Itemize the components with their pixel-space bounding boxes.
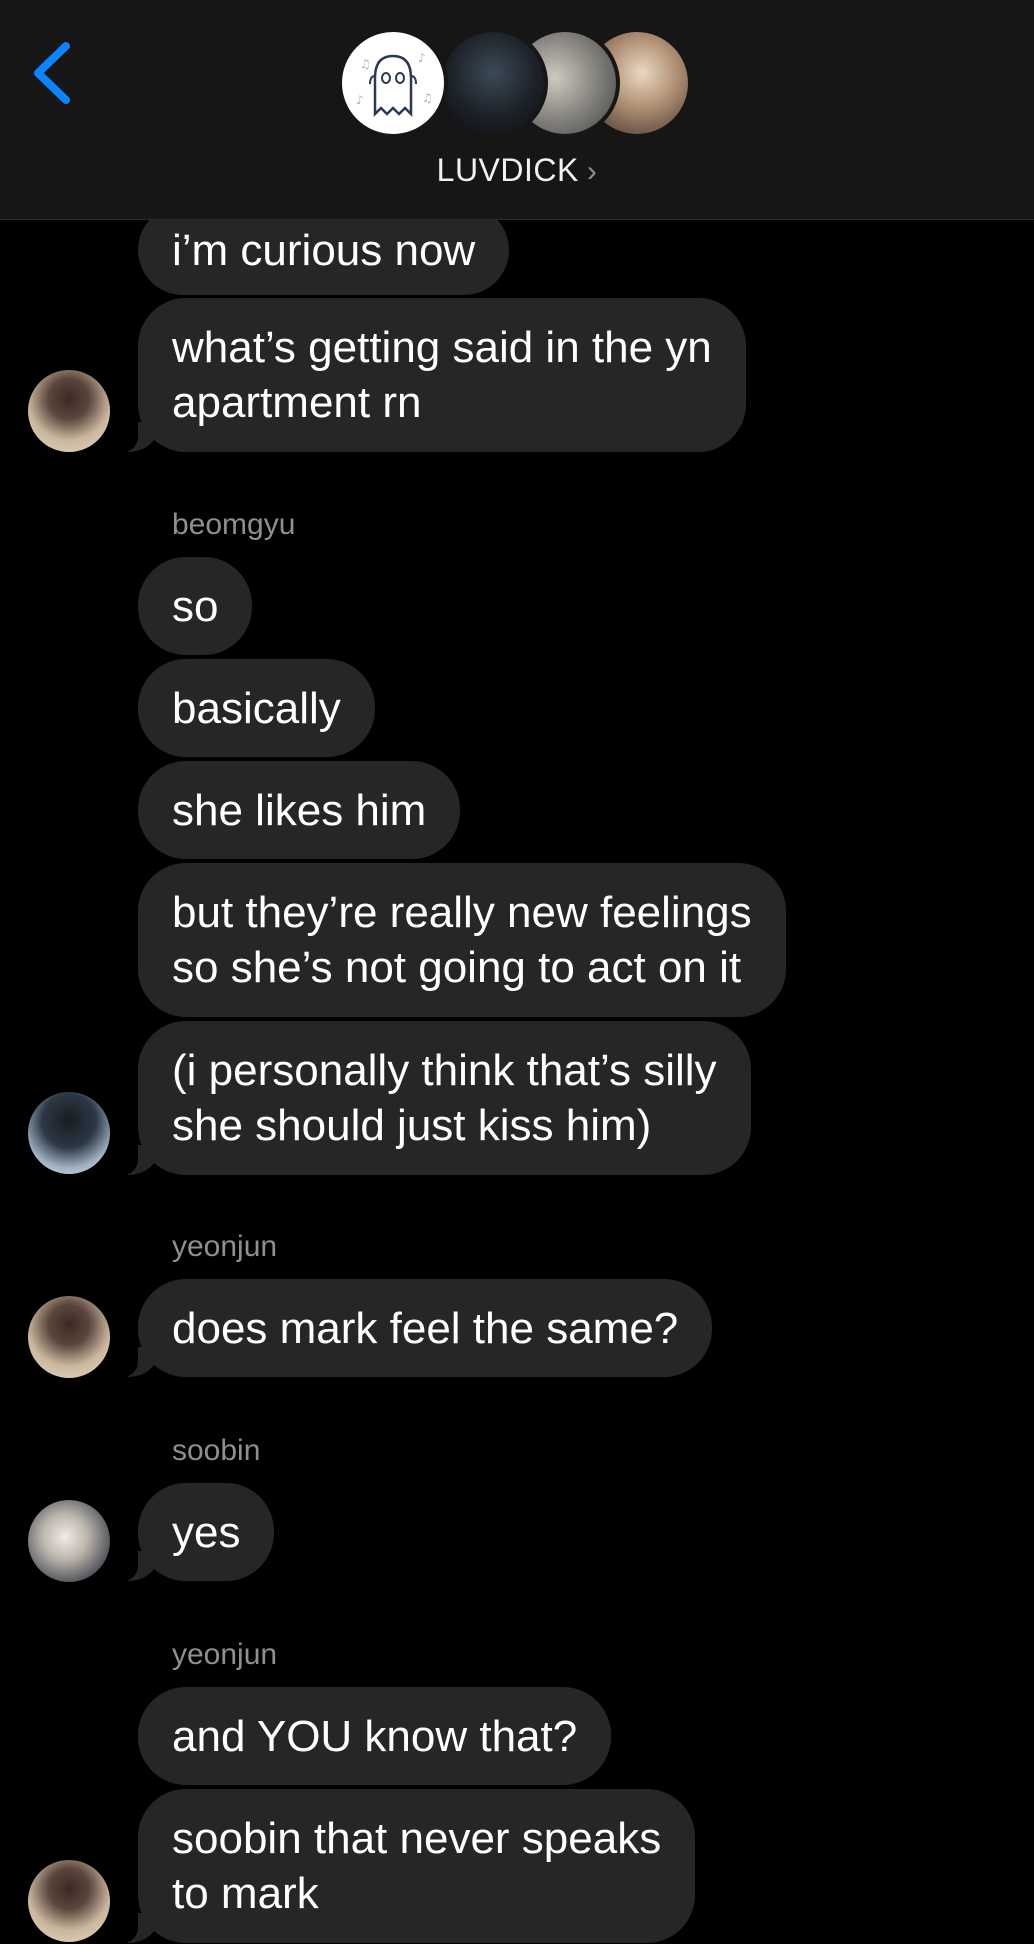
svg-text:♪: ♪: [418, 51, 426, 65]
group-avatar-ghost: ♫ ♪ ♫ ♪: [338, 28, 448, 138]
message-bubble[interactable]: does mark feel the same?: [111, 1279, 713, 1378]
message-bubble[interactable]: so: [138, 557, 253, 655]
conversation-header: ♫ ♪ ♫ ♪ LUVDICK ›: [0, 0, 1034, 220]
back-button[interactable]: [28, 38, 78, 108]
sender-avatar[interactable]: [28, 370, 110, 452]
message-bubble[interactable]: but they’re really new feelings so she’s…: [138, 863, 786, 1017]
message-text: does mark feel the same?: [172, 1303, 679, 1353]
group-name[interactable]: LUVDICK ›: [0, 152, 1034, 189]
message-text: yes: [172, 1507, 241, 1557]
message-text: soobin that never speaks: [172, 1814, 662, 1863]
message-text: so she’s not going to act on it: [172, 943, 742, 992]
message-text: i’m curious now: [172, 225, 476, 275]
sender-avatar[interactable]: [28, 1092, 110, 1174]
message-bubble[interactable]: she likes him: [138, 761, 461, 859]
sender-avatar[interactable]: [28, 1860, 110, 1942]
message-text: basically: [172, 683, 341, 733]
ghost-icon: ♫ ♪ ♫ ♪: [356, 51, 433, 118]
message-text: but they’re really new feelings: [172, 888, 752, 937]
svg-text:♫: ♫: [422, 91, 433, 105]
group-avatar-stack[interactable]: ♫ ♪ ♫ ♪: [338, 28, 698, 140]
message-bubble[interactable]: what’s getting said in the yn apartment …: [112, 298, 746, 453]
sender-avatar[interactable]: [28, 1296, 110, 1378]
group-avatar-member-2: [438, 28, 548, 138]
message-text: she likes him: [172, 785, 427, 835]
message-text: and YOU know that?: [172, 1711, 578, 1761]
sender-avatar[interactable]: [28, 1500, 110, 1582]
message-bubble[interactable]: and YOU know that?: [138, 1687, 612, 1785]
message-text: she should just kiss him): [172, 1101, 652, 1150]
sender-name: yeonjun: [172, 1638, 278, 1671]
message-bubble[interactable]: yes: [111, 1483, 275, 1582]
message-bubble[interactable]: (i personally think that’s silly she sho…: [112, 1021, 751, 1176]
message-text: what’s getting said in the yn: [172, 323, 712, 372]
sender-name: soobin: [172, 1434, 261, 1467]
chevron-left-icon: [34, 42, 70, 104]
message-text: to mark: [172, 1869, 319, 1918]
sender-name: yeonjun: [172, 1230, 278, 1263]
message-text: (i personally think that’s silly: [172, 1046, 717, 1095]
svg-text:♪: ♪: [356, 93, 364, 107]
message-bubble[interactable]: basically: [138, 659, 375, 757]
message-text: apartment rn: [172, 378, 422, 427]
sender-name: beomgyu: [172, 508, 296, 541]
chevron-right-icon: ›: [586, 155, 598, 188]
message-text: so: [172, 581, 219, 631]
svg-text:♫: ♫: [360, 57, 371, 71]
group-name-label: LUVDICK: [436, 152, 579, 188]
